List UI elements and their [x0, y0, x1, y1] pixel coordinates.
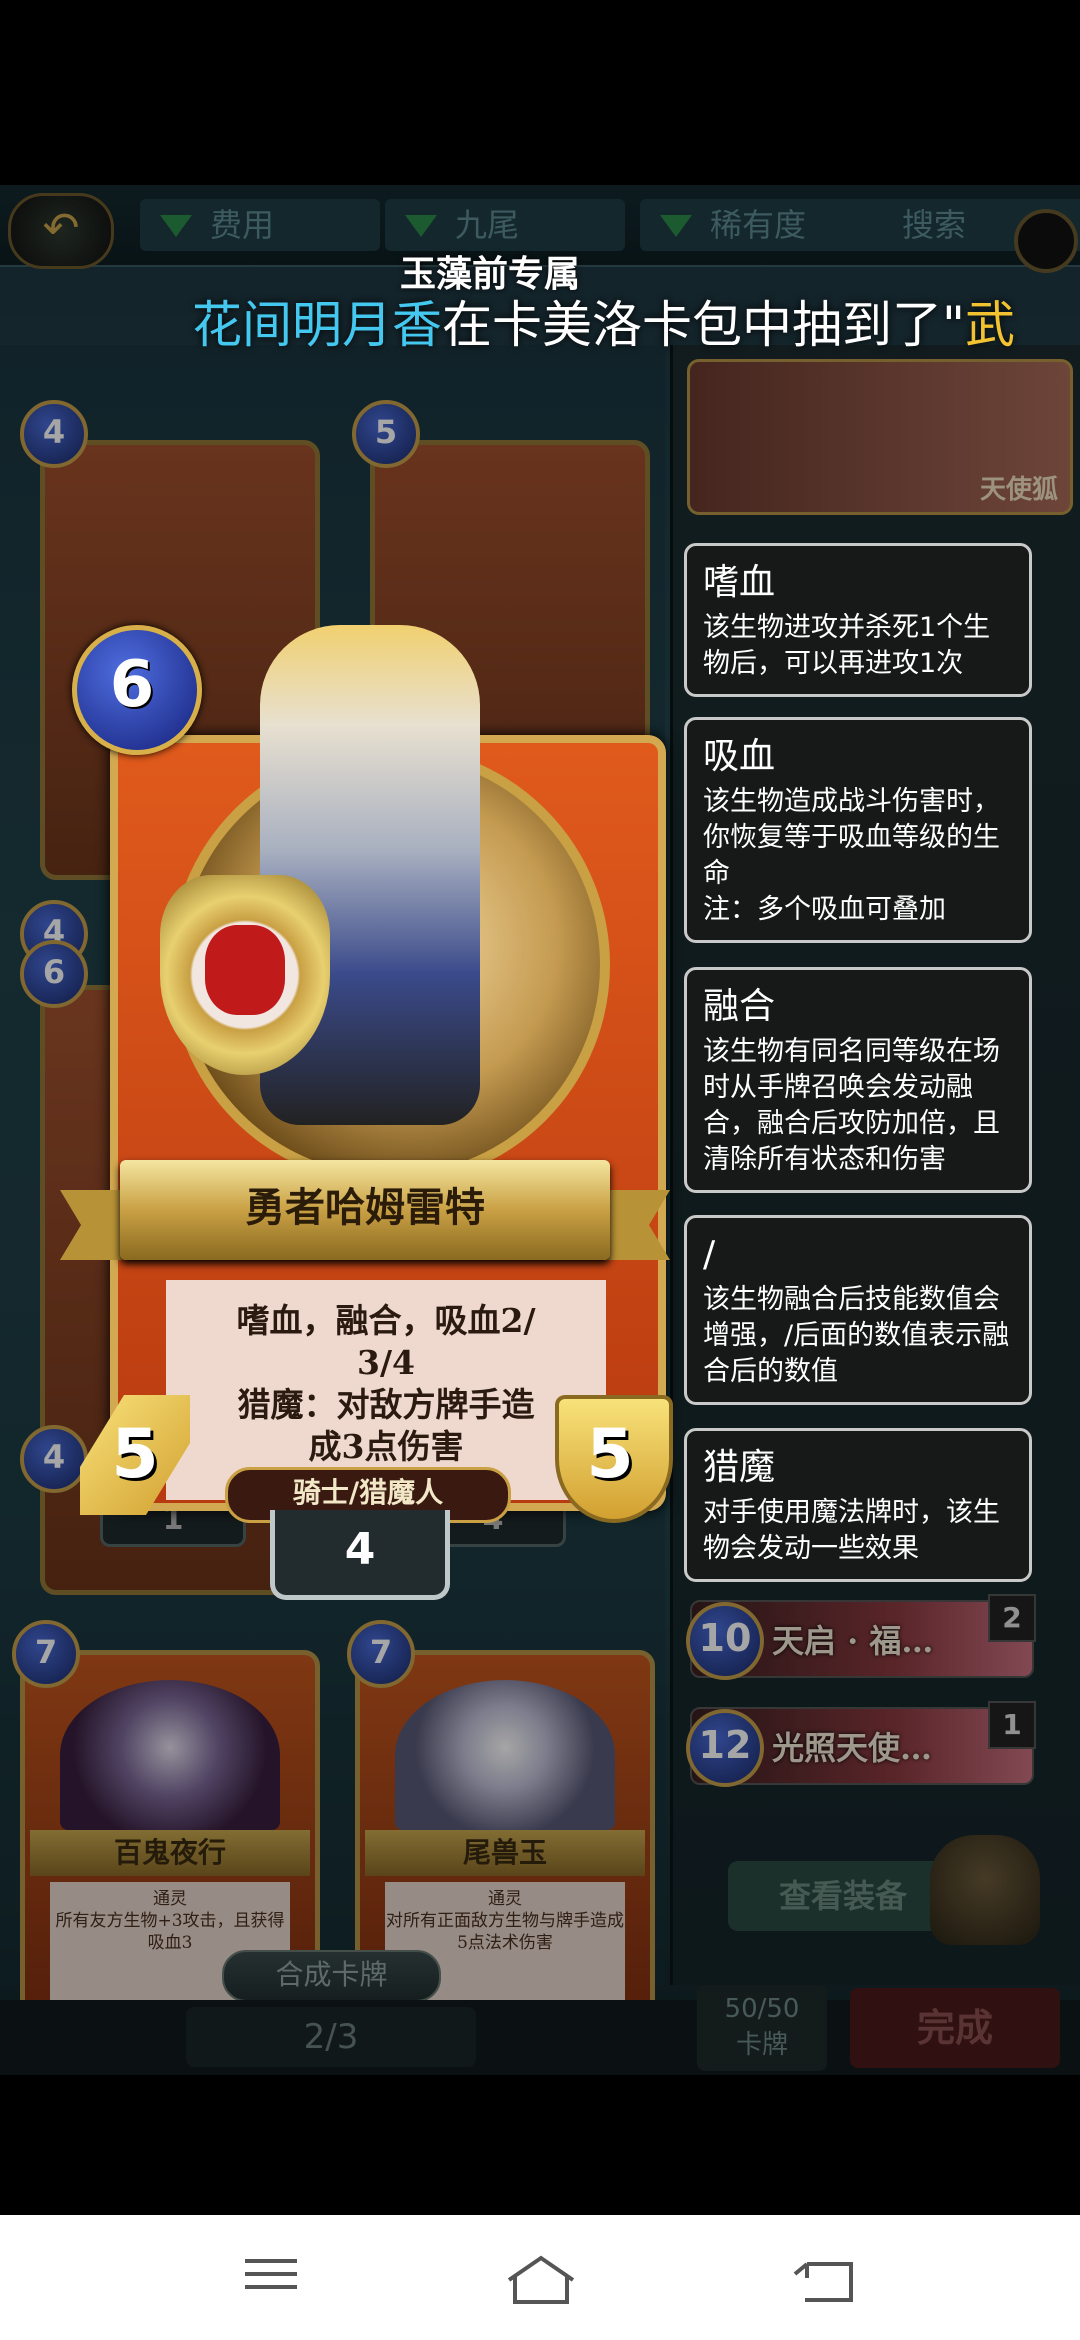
- ticker-message: 在卡美洛卡包中抽到了": [442, 296, 965, 354]
- tooltip-title: 猎魔: [703, 1447, 776, 1488]
- back-icon[interactable]: [780, 2250, 870, 2310]
- attack-badge: 5: [80, 1395, 190, 1515]
- card-description: 嗜血，融合，吸血2/ 3/4 猎魔：对敌方牌手造 成3点伤害: [236, 1301, 536, 1466]
- card-name: 勇者哈姆雷特: [245, 1184, 485, 1231]
- tooltip-title: 嗜血: [703, 562, 776, 603]
- lion-shield-icon: [160, 875, 330, 1075]
- tooltip-desc: 该生物有同名同等级在场时从手牌召唤会发动融合，融合后攻防加倍，且清除所有状态和伤…: [703, 1036, 1000, 1175]
- health-badge: 5: [555, 1395, 673, 1523]
- keyword-tooltip: / 该生物融合后技能数值会增强，/后面的数值表示融合后的数值: [684, 1215, 1032, 1405]
- menu-icon[interactable]: [226, 2250, 316, 2310]
- home-icon[interactable]: [496, 2250, 586, 2310]
- system-navigation-bar: [0, 2215, 1080, 2340]
- game-screen: ↶ 费用 九尾 稀有度 搜索 4 5 4 6 4 1 4 7: [0, 185, 1080, 2075]
- tooltip-desc: 对手使用魔法牌时，该生物会发动一些效果: [703, 1497, 1000, 1564]
- tooltip-title: 融合: [703, 986, 776, 1027]
- health-value: 5: [586, 1415, 634, 1494]
- tooltip-title: /: [703, 1234, 716, 1275]
- broadcast-ticker: 花间明月香在卡美洛卡包中抽到了"武: [192, 285, 1015, 357]
- featured-card[interactable]: 6 勇者哈姆雷特 嗜血，融合，吸血2/ 3/4 猎魔：对敌方牌手造 成3点伤害 …: [60, 605, 673, 1625]
- ticker-highlight: 武: [965, 296, 1015, 354]
- attack-value: 5: [111, 1415, 159, 1494]
- tooltip-title: 吸血: [703, 736, 776, 777]
- tooltip-desc: 该生物造成战斗伤害时，你恢复等于吸血等级的生命 注：多个吸血可叠加: [703, 786, 1000, 925]
- card-copies-tab: 4: [270, 1510, 450, 1600]
- tooltip-desc: 该生物融合后技能数值会增强，/后面的数值表示融合后的数值: [703, 1284, 1010, 1387]
- card-name-banner: 勇者哈姆雷特: [60, 1160, 670, 1270]
- keyword-tooltip: 嗜血 该生物进攻并杀死1个生物后，可以再进攻1次: [684, 543, 1032, 697]
- mana-cost-value: 6: [109, 648, 155, 722]
- tooltip-desc: 该生物进攻并杀死1个生物后，可以再进攻1次: [703, 612, 991, 679]
- keyword-tooltip: 猎魔 对手使用魔法牌时，该生物会发动一些效果: [684, 1428, 1032, 1582]
- ticker-player-name: 花间明月香: [192, 296, 442, 354]
- mana-cost-badge: 6: [60, 605, 210, 785]
- keyword-tooltip: 融合 该生物有同名同等级在场时从手牌召唤会发动融合，融合后攻防加倍，且清除所有状…: [684, 967, 1032, 1193]
- keyword-tooltip: 吸血 该生物造成战斗伤害时，你恢复等于吸血等级的生命 注：多个吸血可叠加: [684, 717, 1032, 943]
